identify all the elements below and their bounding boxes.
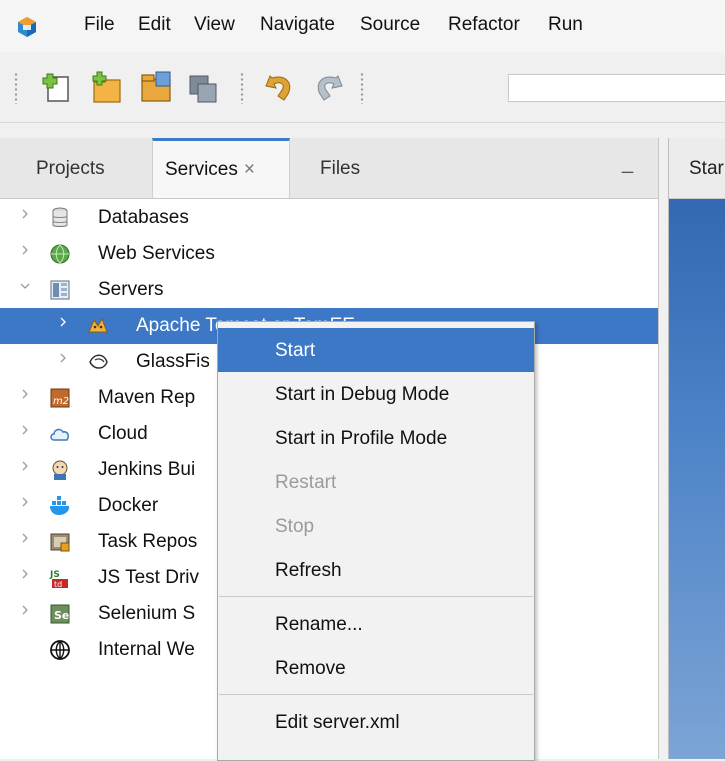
save-all-icon[interactable] [186, 70, 222, 106]
minimize-icon[interactable]: _ [622, 152, 633, 175]
chevron-right-icon[interactable] [20, 497, 30, 507]
context-menu: Start Start in Debug Mode Start in Profile… [217, 321, 535, 761]
undo-icon[interactable] [262, 70, 298, 106]
svg-text:JS: JS [49, 570, 60, 580]
tab-projects[interactable]: Projects [36, 138, 105, 198]
context-menu-item-label: Edit server.xml [275, 712, 400, 733]
editor-area: Star [668, 138, 725, 759]
globe-icon [50, 640, 70, 660]
tree-node-label: GlassFis [136, 351, 210, 372]
tree-node-label: Servers [98, 279, 164, 300]
chevron-right-icon[interactable] [58, 353, 68, 363]
toolbar-grip[interactable] [360, 72, 364, 104]
tab-label: Services [165, 159, 238, 180]
task-repository-icon [50, 533, 70, 552]
tab-label: Projects [36, 158, 105, 179]
context-menu-item-label: Rename... [275, 614, 363, 635]
menu-separator [219, 694, 533, 695]
close-icon[interactable]: × [244, 159, 255, 180]
netbeans-logo-icon [18, 17, 36, 37]
context-menu-item-start-in-debug-mode[interactable]: Start in Debug Mode [218, 372, 534, 416]
new-project-icon[interactable] [88, 70, 124, 106]
menu-bar: File Edit View Navigate Source Refactor … [0, 0, 725, 52]
context-menu-item-start-in-profile-mode[interactable]: Start in Profile Mode [218, 416, 534, 460]
context-menu-item-refresh[interactable]: Refresh [218, 548, 534, 592]
menu-edit[interactable]: Edit [138, 14, 171, 36]
chevron-down-icon[interactable] [20, 281, 30, 291]
chevron-right-icon[interactable] [20, 461, 30, 471]
context-menu-item-start[interactable]: Start [218, 328, 534, 372]
tree-node[interactable]: Servers [0, 272, 658, 308]
jenkins-icon [52, 460, 68, 480]
menu-source[interactable]: Source [360, 14, 420, 36]
servers-icon [50, 280, 70, 300]
context-menu-item-restart: Restart [218, 460, 534, 504]
context-menu-item-remove[interactable]: Remove [218, 646, 534, 690]
tree-node-label: Internal We [98, 639, 195, 660]
toolbar [0, 52, 725, 123]
chevron-right-icon[interactable] [20, 533, 30, 543]
maven-icon: m2 [50, 388, 70, 408]
tab-label: Star [689, 158, 724, 179]
chevron-right-icon[interactable] [20, 209, 30, 219]
toolbar-grip[interactable] [14, 72, 18, 104]
context-menu-item-label: Start [275, 340, 316, 361]
svg-text:td: td [54, 580, 62, 589]
chevron-right-icon[interactable] [20, 425, 30, 435]
menu-refactor[interactable]: Refactor [448, 14, 520, 36]
tree-node-label: Databases [98, 207, 189, 228]
context-menu-item-label: Remove [275, 658, 346, 679]
toolbar-grip[interactable] [240, 72, 244, 104]
tree-node-label: Docker [98, 495, 159, 516]
tree-node-label: Jenkins Bui [98, 459, 196, 480]
tree-node-label: Cloud [98, 423, 148, 444]
chevron-right-icon[interactable] [20, 605, 30, 615]
context-menu-item-label: Refresh [275, 560, 342, 581]
tab-files[interactable]: Files [320, 138, 360, 198]
context-menu-item-stop: Stop [218, 504, 534, 548]
tomcat-icon [88, 317, 108, 333]
tab-services[interactable]: Services × [152, 138, 290, 198]
chevron-right-icon[interactable] [58, 317, 68, 327]
new-file-icon[interactable] [40, 70, 76, 106]
tree-node-label: Selenium S [98, 603, 196, 624]
database-icon [52, 207, 68, 227]
js-test-driver-icon: JStd [49, 570, 68, 589]
tree-node[interactable]: Databases [0, 200, 658, 236]
context-menu-item-label: Stop [275, 516, 315, 537]
menu-file[interactable]: File [84, 14, 115, 36]
cloud-icon [50, 428, 69, 441]
context-menu-item-edit-server-xml[interactable]: Edit server.xml [218, 700, 534, 744]
docker-icon [50, 496, 70, 515]
tab-label: Files [320, 158, 361, 179]
tree-node-label: Web Services [98, 243, 215, 264]
chevron-right-icon[interactable] [20, 389, 30, 399]
tree-node-label: Maven Rep [98, 387, 196, 408]
svg-text:Se: Se [54, 609, 69, 622]
redo-icon[interactable] [310, 70, 346, 106]
tab-start-page[interactable]: Star [669, 138, 725, 199]
selenium-icon: Se [50, 604, 70, 624]
menu-view[interactable]: View [194, 14, 235, 36]
tree-node-label: Task Repos [98, 531, 198, 552]
open-project-icon[interactable] [138, 70, 174, 106]
configuration-combo[interactable] [508, 74, 725, 102]
start-page-content [669, 199, 725, 759]
menu-separator [219, 596, 533, 597]
context-menu-item-label: Restart [275, 472, 337, 493]
tree-node-label: JS Test Driv [98, 567, 200, 588]
panel-tab-bar: Projects Services × Files _ [0, 138, 658, 199]
web-services-icon [50, 244, 70, 264]
chevron-right-icon[interactable] [20, 245, 30, 255]
menu-run[interactable]: Run [548, 14, 583, 36]
svg-text:m2: m2 [53, 396, 69, 407]
chevron-right-icon[interactable] [20, 569, 30, 579]
tree-node[interactable]: Web Services [0, 236, 658, 272]
context-menu-item-label: Start in Debug Mode [275, 384, 450, 405]
context-menu-item-label: Start in Profile Mode [275, 428, 448, 449]
context-menu-item-rename[interactable]: Rename... [218, 602, 534, 646]
glassfish-icon [89, 354, 108, 369]
menu-navigate[interactable]: Navigate [260, 14, 335, 36]
